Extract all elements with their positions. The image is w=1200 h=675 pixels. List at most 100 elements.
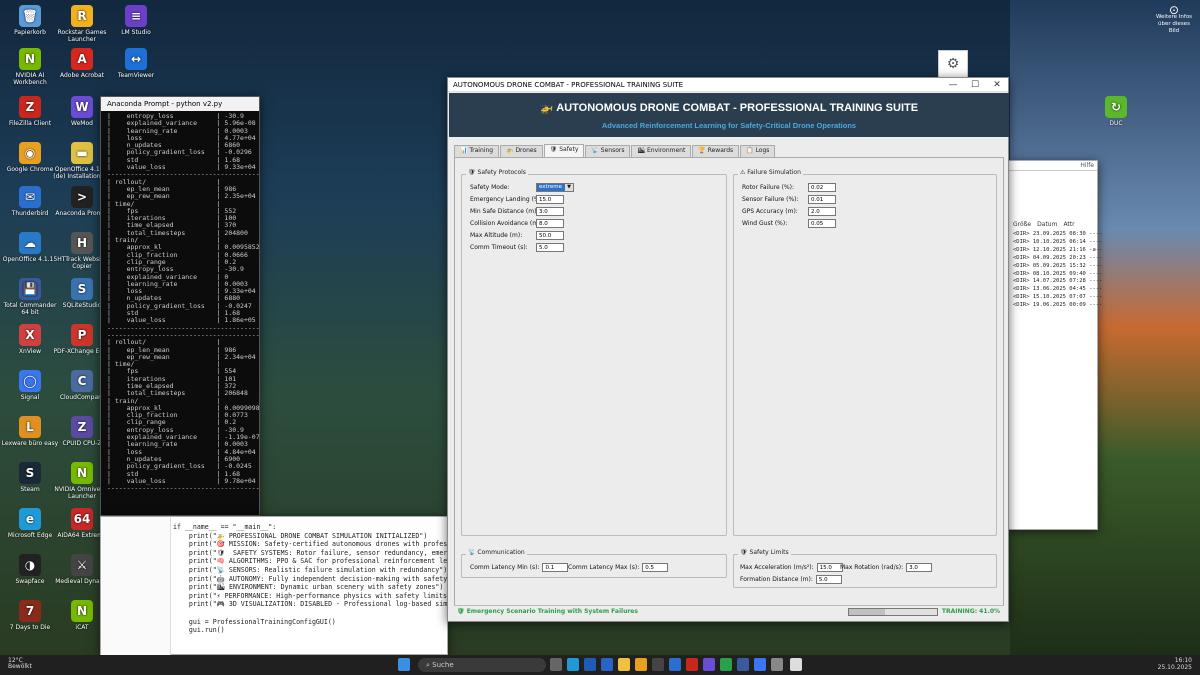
desktop-icon[interactable]: R Rockstar Games Launcher bbox=[52, 5, 112, 43]
edge-icon[interactable] bbox=[567, 658, 579, 671]
status-bar: 🛡 Emergency Scenario Training with Syste… bbox=[454, 605, 1004, 617]
desktop-icon[interactable]: 🗑 Papierkorb bbox=[0, 5, 60, 36]
taskbar-search[interactable]: ⌕ Suche bbox=[418, 658, 546, 672]
col-attr[interactable]: Attr bbox=[1063, 221, 1074, 228]
close-button[interactable]: ✕ bbox=[986, 80, 1008, 90]
taskview-icon[interactable] bbox=[550, 658, 562, 671]
max-rotation-field: Max Rotation (rad/s): 3.0 bbox=[840, 563, 933, 572]
app-icon[interactable] bbox=[720, 658, 732, 671]
latency-min-input[interactable]: 0.1 bbox=[542, 563, 569, 572]
field-input[interactable]: 50.0 bbox=[536, 231, 564, 240]
tab-4[interactable]: 🏙 Environment bbox=[631, 145, 692, 157]
total-commander-icon[interactable] bbox=[737, 658, 749, 671]
formation-distance-input[interactable]: 5.0 bbox=[815, 575, 842, 584]
desktop-icon[interactable]: N NVIDIA AI Workbench bbox=[0, 48, 60, 86]
app-icon[interactable] bbox=[771, 658, 783, 671]
progress-fill bbox=[848, 608, 885, 615]
explorer-menu[interactable]: Hilfe bbox=[1009, 161, 1097, 171]
file-explorer-window[interactable]: Hilfe Größe Datum Attr <DIR> 23.09.2025 … bbox=[1008, 160, 1102, 530]
col-date[interactable]: Datum bbox=[1037, 221, 1057, 228]
tab-3[interactable]: 📡 Sensors bbox=[585, 145, 631, 157]
python-app-icon[interactable] bbox=[790, 658, 802, 671]
desktop-icon[interactable]: L Lexware büro easy bbox=[0, 416, 60, 447]
taskbar-clock[interactable]: 16:10 25.10.2025 bbox=[1158, 657, 1192, 671]
field-input[interactable]: 2.0 bbox=[808, 207, 836, 216]
anaconda-prompt-window[interactable]: Anaconda Prompt - python v2.py | entropy… bbox=[100, 96, 260, 516]
banner-subtitle: Advanced Reinforcement Learning for Safe… bbox=[601, 121, 857, 130]
settings-window-icon[interactable]: ⚙ bbox=[938, 50, 968, 78]
app-icon[interactable] bbox=[703, 658, 715, 671]
app-icon: H bbox=[71, 232, 93, 254]
start-button-icon[interactable] bbox=[398, 658, 410, 671]
code-editor-window[interactable]: if __name__ == "__main__": print("🚁 PROF… bbox=[100, 516, 448, 656]
desktop-icon[interactable]: ◑ Swapface bbox=[0, 554, 60, 585]
field-input[interactable]: 3.0 bbox=[536, 207, 564, 216]
app-icon: N bbox=[71, 600, 93, 622]
desktop-icon[interactable]: ↻ DUC bbox=[1086, 96, 1146, 127]
desktop-icon[interactable]: Z FileZilla Client bbox=[0, 96, 60, 127]
col-size[interactable]: Größe bbox=[1013, 221, 1031, 228]
clock-time: 16:10 bbox=[1174, 657, 1192, 664]
chevron-down-icon[interactable]: ▼ bbox=[565, 184, 573, 191]
desktop-icon-label: XnView bbox=[18, 348, 42, 355]
desktop-icon[interactable]: X XnView bbox=[0, 324, 60, 355]
tab-2[interactable]: 🛡 Safety bbox=[543, 144, 585, 157]
desktop-icon[interactable]: ◉ Google Chrome bbox=[0, 142, 60, 173]
maximize-button[interactable]: ☐ bbox=[964, 80, 986, 90]
desktop-icon[interactable]: ◯ Signal bbox=[0, 370, 60, 401]
explorer-rows[interactable]: <DIR> 23.09.2025 08:30 ---- <DIR> 10.10.… bbox=[1013, 231, 1102, 310]
banner-title: 🚁 AUTONOMOUS DRONE COMBAT - PROFESSIONAL… bbox=[539, 102, 919, 114]
window-titlebar[interactable]: AUTONOMOUS DRONE COMBAT - PROFESSIONAL T… bbox=[448, 78, 1008, 92]
latency-max-label: Comm Latency Max (s): bbox=[568, 564, 640, 571]
latency-max-input[interactable]: 0.5 bbox=[642, 563, 669, 572]
terminal-icon[interactable] bbox=[652, 658, 664, 671]
tab-1[interactable]: 🚁 Drones bbox=[500, 145, 543, 157]
thunderbird-icon[interactable] bbox=[669, 658, 681, 671]
field-input[interactable]: 0.05 bbox=[808, 219, 836, 228]
outlook-icon[interactable] bbox=[584, 658, 596, 671]
tab-0[interactable]: 📊 Training bbox=[454, 145, 500, 157]
app-icon: 64 bbox=[71, 508, 93, 530]
desktop-icon[interactable]: 7 7 Days to Die bbox=[0, 600, 60, 631]
code-text[interactable]: if __name__ == "__main__": print("🚁 PROF… bbox=[173, 523, 447, 635]
form-field: Emergency Landing (%): 15.0 bbox=[470, 195, 564, 204]
desktop-icon[interactable]: ✉ Thunderbird bbox=[0, 186, 60, 217]
safety-mode-select[interactable]: extreme ▼ bbox=[536, 183, 574, 192]
desktop-icon[interactable]: ↔ TeamViewer bbox=[106, 48, 166, 79]
desktop-icon[interactable]: e Microsoft Edge bbox=[0, 508, 60, 539]
max-accel-input[interactable]: 15.0 bbox=[816, 563, 843, 572]
desktop-icon-label: Google Chrome bbox=[6, 166, 54, 173]
desktop-icon[interactable]: ≡ LM Studio bbox=[106, 5, 166, 36]
failure-simulation-title: ⚠ Failure Simulation bbox=[738, 169, 803, 176]
explorer-icon[interactable] bbox=[618, 658, 630, 671]
app-icon: N bbox=[71, 462, 93, 484]
field-input[interactable]: 5.0 bbox=[536, 243, 564, 252]
tab-6[interactable]: 📋 Logs bbox=[740, 145, 776, 157]
app-icon: C bbox=[71, 370, 93, 392]
wallpaper-info-link[interactable]: ⊙ Weitere Infos über dieses Bild bbox=[1154, 4, 1194, 35]
signal-icon[interactable] bbox=[754, 658, 766, 671]
desktop-icon[interactable]: 💾 Total Commander 64 bit bbox=[0, 278, 60, 316]
chrome-icon[interactable] bbox=[635, 658, 647, 671]
max-rotation-input[interactable]: 3.0 bbox=[906, 563, 933, 572]
field-input[interactable]: 0.01 bbox=[808, 195, 836, 204]
desktop-icon[interactable]: S Steam bbox=[0, 462, 60, 493]
desktop-icon-label: Swapface bbox=[15, 578, 45, 585]
word-icon[interactable] bbox=[601, 658, 613, 671]
app-icon: 💾 bbox=[19, 278, 41, 300]
desktop-icon[interactable]: A Adobe Acrobat bbox=[52, 48, 112, 79]
safety-protocols-group: 🛡 Safety Protocols Safety Mode: extreme ▼… bbox=[461, 169, 727, 536]
minimize-button[interactable]: — bbox=[942, 80, 964, 90]
tab-5[interactable]: 🏆 Rewards bbox=[692, 145, 740, 157]
filezilla-icon[interactable] bbox=[686, 658, 698, 671]
weather-widget[interactable]: 12°C Bewölkt bbox=[8, 658, 32, 670]
field-input[interactable]: 8.0 bbox=[536, 219, 564, 228]
desktop-icon[interactable]: ☁ OpenOffice 4.1.15 bbox=[0, 232, 60, 263]
app-icon: > bbox=[71, 186, 93, 208]
desktop-icon-label: Lexware büro easy bbox=[1, 440, 59, 447]
field-input[interactable]: 0.02 bbox=[808, 183, 836, 192]
file-tree[interactable] bbox=[101, 517, 171, 656]
field-input[interactable]: 15.0 bbox=[536, 195, 564, 204]
latency-min-field: Comm Latency Min (s): 0.1 bbox=[470, 563, 569, 572]
training-suite-window[interactable]: AUTONOMOUS DRONE COMBAT - PROFESSIONAL T… bbox=[447, 77, 1009, 622]
